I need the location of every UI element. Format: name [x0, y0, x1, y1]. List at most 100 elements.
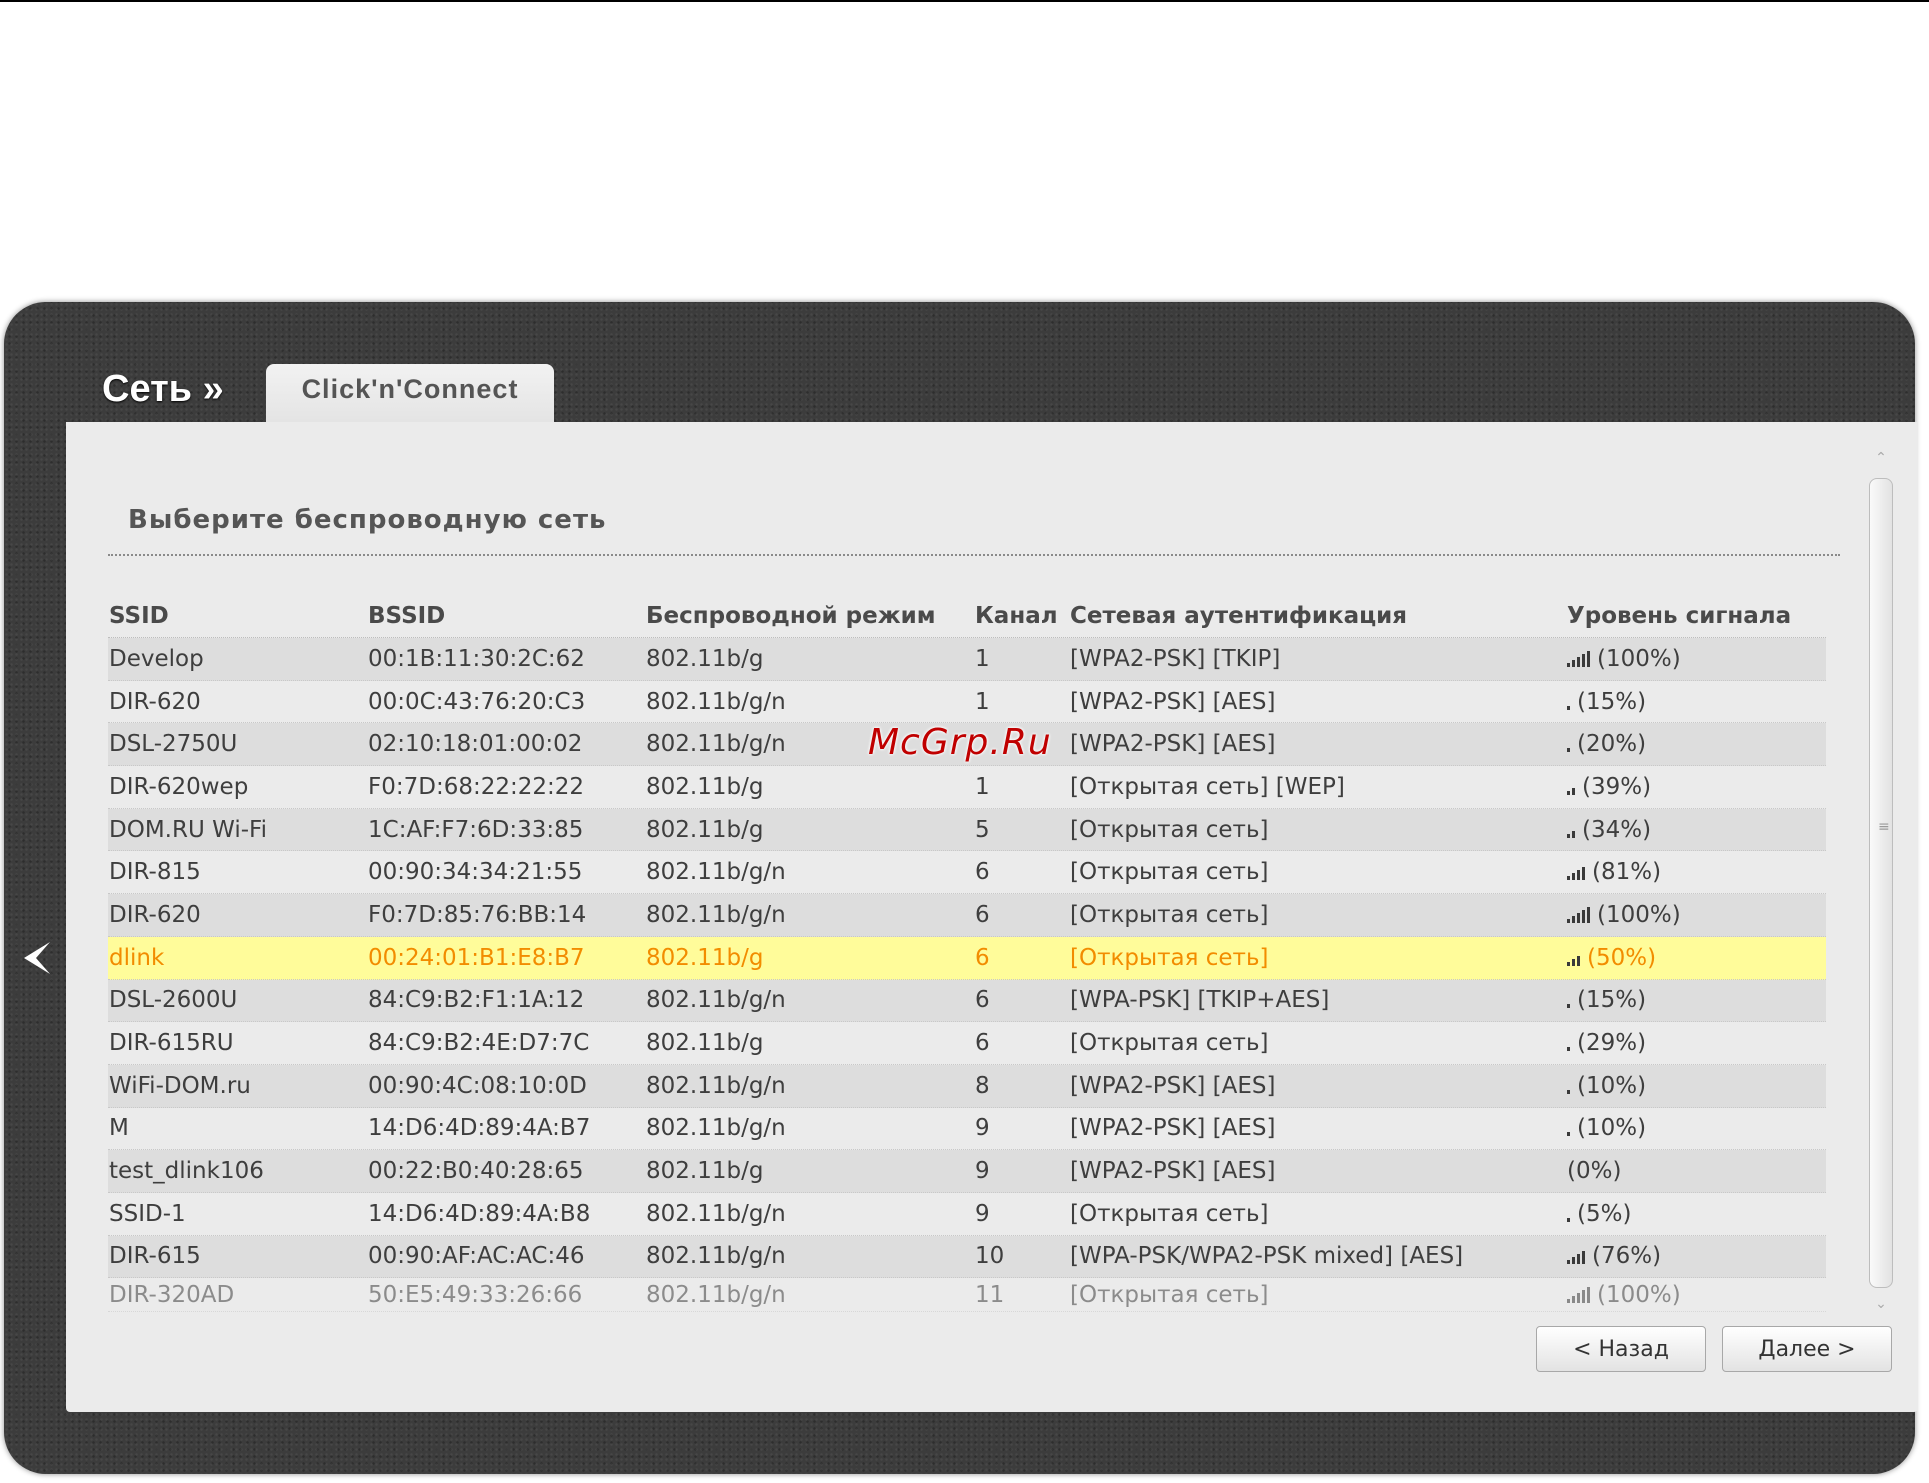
table-header: SSID BSSID Беспроводной режим Канал Сете…	[108, 595, 1826, 638]
auth-cell: [Открытая сеть] [WEP]	[1070, 773, 1345, 800]
mode-cell: 802.11b/g	[646, 1158, 764, 1185]
signal-value: (5%)	[1577, 1200, 1632, 1227]
signal-bars-icon	[1567, 1248, 1585, 1265]
signal-value: (39%)	[1582, 773, 1652, 800]
mode-cell: 802.11b/g/n	[646, 1200, 786, 1227]
signal-bars-icon	[1567, 864, 1585, 881]
section-title: Выберите беспроводную сеть	[128, 505, 607, 535]
mode-cell: 802.11b/g/n	[646, 731, 786, 758]
table-row[interactable]: Develop 00:1B:11:30:2C:62 802.11b/g 1 [WPA2-…	[108, 638, 1826, 681]
signal-value: (50%)	[1587, 944, 1657, 971]
signal-value: (15%)	[1577, 688, 1647, 715]
table-row[interactable]: DSL-2600U 84:C9:B2:F1:1A:12 802.11b/g/n 6 [W…	[108, 979, 1826, 1023]
table-row[interactable]: DIR-320AD 50:E5:49:33:26:66 802.11b/g/n 11 […	[108, 1278, 1826, 1313]
table-row[interactable]: DIR-620wep F0:7D:68:22:22:22 802.11b/g 1 [От…	[108, 766, 1826, 809]
auth-cell: [Открытая сеть]	[1070, 816, 1269, 843]
signal-bars-icon	[1567, 822, 1575, 838]
signal-value: (100%)	[1597, 1281, 1681, 1308]
auth-cell: [WPA2-PSK] [AES]	[1070, 1072, 1276, 1099]
tab-click-n-connect[interactable]: Click'n'Connect	[266, 364, 554, 426]
table-row[interactable]: dlink 00:24:01:B1:E8:B7 802.11b/g 6 [Открыта…	[108, 936, 1826, 980]
auth-cell: [Открытая сеть]	[1070, 901, 1269, 928]
signal-cell: (50%)	[1567, 937, 1656, 979]
bssid-cell: 00:90:AF:AC:AC:46	[368, 1243, 585, 1270]
table-row[interactable]: DIR-615RU 84:C9:B2:4E:D7:7C 802.11b/g 6 [Отк…	[108, 1022, 1826, 1065]
table-row[interactable]: M 14:D6:4D:89:4A:B7 802.11b/g/n 9 [WPA2-PSK]…	[108, 1107, 1826, 1151]
auth-cell: [WPA2-PSK] [AES]	[1070, 1115, 1276, 1142]
ssid-cell: DIR-620	[109, 901, 201, 928]
next-button[interactable]: Далее >	[1722, 1326, 1892, 1372]
signal-cell: (34%)	[1567, 809, 1651, 851]
column-header-mode: Беспроводной режим	[646, 603, 936, 629]
signal-cell: (10%)	[1567, 1065, 1646, 1107]
signal-value: (100%)	[1597, 645, 1681, 672]
ssid-cell: DIR-620wep	[109, 773, 249, 800]
bssid-cell: F0:7D:68:22:22:22	[368, 773, 585, 800]
mode-cell: 802.11b/g/n	[646, 987, 786, 1014]
table-row[interactable]: DIR-620 00:0C:43:76:20:C3 802.11b/g/n 1 [WPA…	[108, 680, 1826, 724]
signal-bars-icon	[1567, 779, 1575, 795]
scroll-thumb[interactable]: ≡	[1869, 478, 1893, 1288]
signal-value: (81%)	[1592, 859, 1662, 886]
signal-value: (20%)	[1577, 731, 1647, 758]
signal-cell: (76%)	[1567, 1236, 1661, 1278]
channel-cell: 6	[975, 944, 990, 971]
signal-bars-icon	[1567, 906, 1590, 923]
table-row[interactable]: DIR-620 F0:7D:85:76:BB:14 802.11b/g/n 6 [Отк…	[108, 894, 1826, 937]
signal-value: (76%)	[1592, 1243, 1662, 1270]
scrollbar[interactable]: ⌃ ≡ ⌄	[1866, 450, 1896, 1320]
ssid-cell: DIR-615RU	[109, 1030, 234, 1057]
auth-cell: [WPA2-PSK] [TKIP]	[1070, 645, 1281, 672]
channel-cell: 1	[975, 773, 990, 800]
signal-bars-icon	[1567, 1078, 1570, 1094]
table-row[interactable]: test_dlink106 00:22:B0:40:28:65 802.11b/g 9…	[108, 1150, 1826, 1193]
channel-cell: 9	[975, 1158, 990, 1185]
signal-cell: (0%)	[1567, 1150, 1621, 1192]
auth-cell: [Открытая сеть]	[1070, 1200, 1269, 1227]
ssid-cell: DIR-320AD	[109, 1281, 235, 1308]
mode-cell: 802.11b/g/n	[646, 688, 786, 715]
back-button[interactable]: < Назад	[1536, 1326, 1706, 1372]
channel-cell: 6	[975, 987, 990, 1014]
ssid-cell: DSL-2600U	[109, 987, 238, 1014]
top-rule	[0, 0, 1929, 2]
signal-value: (0%)	[1567, 1158, 1622, 1185]
table-row[interactable]: DIR-615 00:90:AF:AC:AC:46 802.11b/g/n 10 [WP…	[108, 1235, 1826, 1279]
channel-cell: 9	[975, 1200, 990, 1227]
signal-bars-icon	[1567, 950, 1580, 966]
ssid-cell: Develop	[109, 645, 204, 672]
channel-cell: 8	[975, 1072, 990, 1099]
auth-cell: [Открытая сеть]	[1070, 1281, 1269, 1308]
channel-cell: 5	[975, 816, 990, 843]
signal-bars-icon	[1567, 650, 1590, 667]
chevron-left-icon[interactable]	[22, 940, 52, 976]
signal-bars-icon	[1567, 1286, 1590, 1303]
network-table: SSID BSSID Беспроводной режим Канал Сете…	[108, 595, 1826, 1313]
signal-cell: (39%)	[1567, 766, 1651, 808]
divider	[108, 554, 1840, 556]
mode-cell: 802.11b/g	[646, 773, 764, 800]
auth-cell: [WPA2-PSK] [AES]	[1070, 688, 1276, 715]
table-row[interactable]: SSID-1 14:D6:4D:89:4A:B8 802.11b/g/n 9 [Откр…	[108, 1192, 1826, 1236]
auth-cell: [WPA-PSK/WPA2-PSK mixed] [AES]	[1070, 1243, 1464, 1270]
signal-value: (10%)	[1577, 1115, 1647, 1142]
channel-cell: 6	[975, 859, 990, 886]
column-header-signal: Уровень сигнала	[1567, 603, 1792, 629]
channel-cell: 6	[975, 1030, 990, 1057]
channel-cell: 1	[975, 645, 990, 672]
mode-cell: 802.11b/g	[646, 645, 764, 672]
signal-bars-icon	[1567, 1035, 1570, 1052]
bssid-cell: 00:90:34:34:21:55	[368, 859, 583, 886]
scroll-down-icon[interactable]: ⌄	[1869, 1296, 1893, 1320]
table-row[interactable]: DOM.RU Wi-Fi 1C:AF:F7:6D:33:85 802.11b/g 5 […	[108, 808, 1826, 852]
scroll-up-icon[interactable]: ⌃	[1869, 450, 1893, 474]
channel-cell: 11	[975, 1281, 1005, 1308]
table-row[interactable]: DIR-815 00:90:34:34:21:55 802.11b/g/n 6 [Отк…	[108, 851, 1826, 895]
mode-cell: 802.11b/g	[646, 1030, 764, 1057]
table-row[interactable]: WiFi-DOM.ru 00:90:4C:08:10:0D 802.11b/g/n 8…	[108, 1064, 1826, 1108]
grip-icon: ≡	[1878, 819, 1890, 835]
ssid-cell: M	[109, 1115, 129, 1142]
auth-cell: [Открытая сеть]	[1070, 859, 1269, 886]
mode-cell: 802.11b/g/n	[646, 1243, 786, 1270]
ssid-cell: DSL-2750U	[109, 731, 238, 758]
